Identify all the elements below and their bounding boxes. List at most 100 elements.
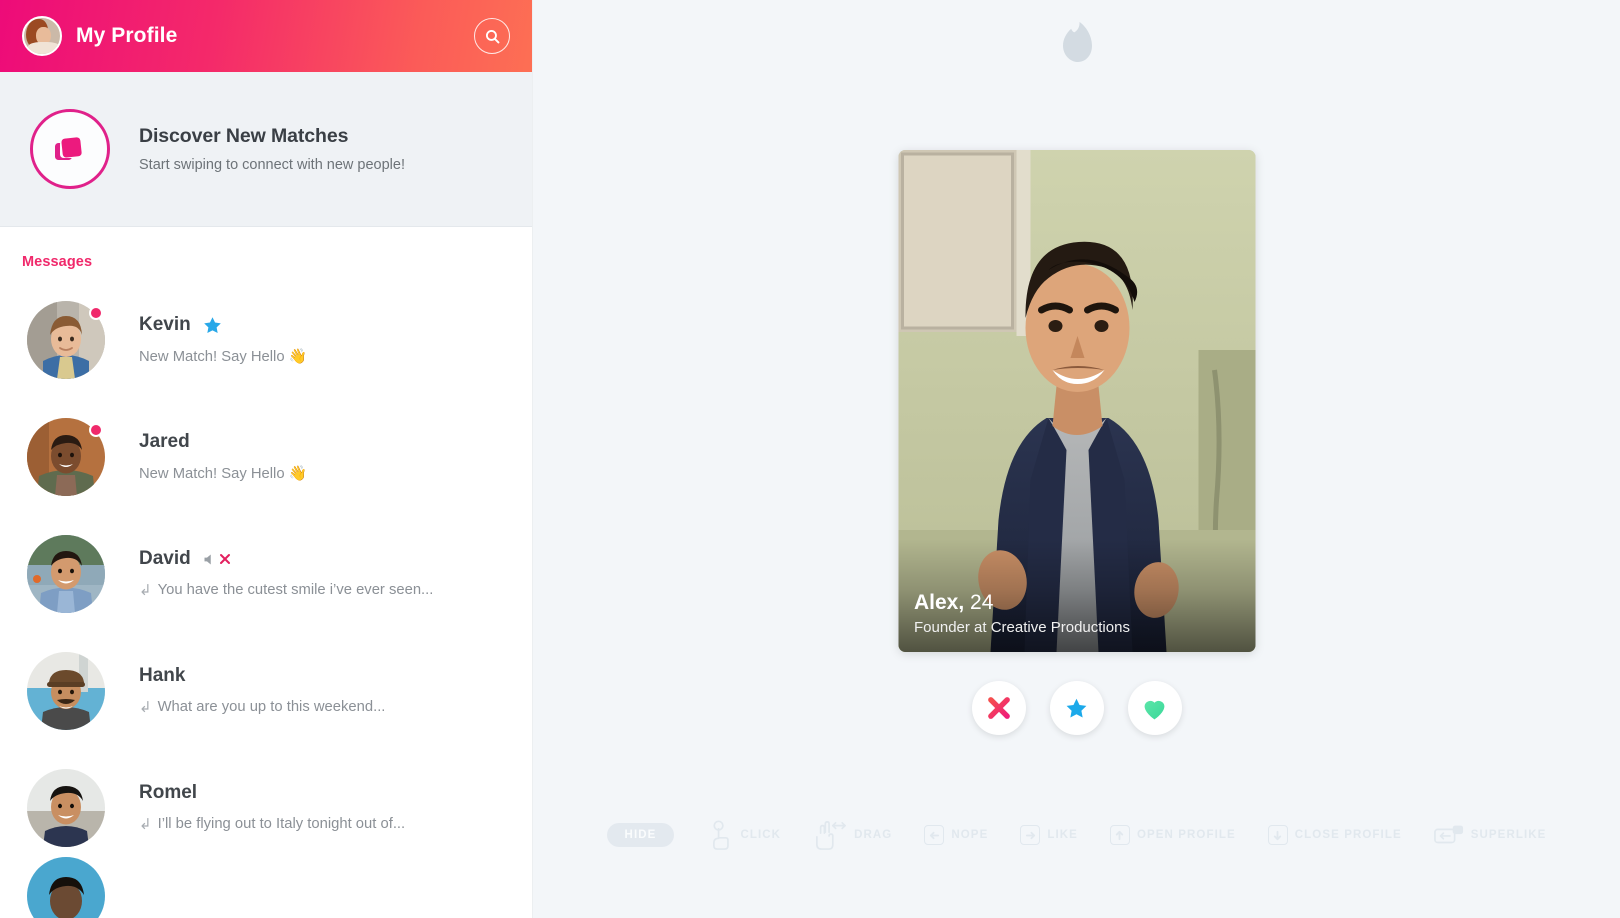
legend-label-drag: DRAG	[854, 829, 893, 841]
search-icon	[485, 29, 499, 43]
superlike-button[interactable]	[1049, 681, 1104, 735]
discover-subtitle: Start swiping to connect with new people…	[139, 157, 405, 173]
card-name: Alex,	[914, 591, 965, 614]
avatar-wrapper	[27, 768, 105, 847]
arrow-down-key-icon	[1267, 825, 1288, 845]
x-icon	[987, 697, 1010, 719]
avatar	[27, 651, 105, 730]
avatar	[27, 768, 105, 847]
hide-button[interactable]: HIDE	[606, 823, 675, 847]
profile-card[interactable]: Alex, 24 Founder at Creative Productions	[898, 150, 1255, 652]
arrow-right-key-icon	[1020, 825, 1041, 845]
contact-name: Kevin	[139, 314, 191, 335]
avatar-wrapper	[27, 651, 105, 730]
legend-item-click: CLICK	[706, 820, 781, 850]
legend-label-nope: NOPE	[951, 829, 989, 841]
name-line: Jared	[139, 431, 307, 453]
avatar-image	[27, 768, 105, 847]
avatar-body	[28, 42, 60, 54]
legend-label-like: LIKE	[1047, 829, 1078, 841]
card-age: 24	[970, 591, 994, 614]
avatar-image	[27, 534, 105, 613]
arrow-up-glyph	[1116, 830, 1124, 840]
avatar-wrapper	[27, 417, 105, 496]
message-preview: I’ll be flying out to Italy tonight out …	[157, 816, 406, 832]
star-icon	[1066, 698, 1087, 717]
unread-badge	[89, 422, 103, 437]
my-profile-avatar[interactable]	[22, 16, 62, 56]
arrow-left-key-icon	[924, 825, 945, 845]
contact-name: David	[139, 548, 191, 569]
superlike-star-icon	[203, 316, 221, 333]
message-preview: New Match! Say Hello 👋	[139, 466, 308, 482]
arrow-left-glyph	[929, 831, 939, 839]
muted-group	[202, 552, 231, 567]
spacebar-key-icon	[1433, 825, 1463, 844]
message-body: Romel ↲ I’ll be flying out to Italy toni…	[139, 782, 405, 833]
message-preview: New Match! Say Hello 👋	[139, 349, 308, 365]
sidebar: My Profile Discover New Matches Start sw…	[0, 0, 533, 918]
reply-arrow-icon: ↲	[139, 816, 152, 833]
legend-label-close-profile: CLOSE PROFILE	[1294, 829, 1402, 841]
heart-icon	[1144, 700, 1165, 719]
legend-item-nope: NOPE	[924, 825, 988, 845]
arrow-right-glyph	[1025, 831, 1035, 839]
contact-name: Hank	[139, 665, 186, 686]
contact-name: Jared	[139, 431, 190, 452]
contact-name: Romel	[139, 782, 198, 803]
avatar	[27, 534, 105, 613]
message-body: Jared New Match! Say Hello 👋	[139, 431, 307, 482]
legend-item-superlike: SUPERLIKE	[1433, 824, 1547, 846]
card-job: Founder at Creative Productions	[914, 619, 1130, 636]
nope-button[interactable]	[971, 681, 1026, 735]
avatar-image	[27, 651, 105, 730]
message-preview-line: ↲ What are you up to this weekend...	[139, 698, 385, 716]
controls-legend: HIDE CLICK DRAG NOPE LIKE OPEN PROFILE C…	[533, 820, 1620, 850]
legend-label-click: CLICK	[740, 829, 782, 841]
list-item[interactable]: David ↲ You have the cutest smile i’ve e…	[0, 515, 532, 632]
list-item[interactable]	[0, 857, 532, 918]
card-info-overlay: Alex, 24 Founder at Creative Productions	[898, 539, 1255, 652]
message-preview-line: ↲ I’ll be flying out to Italy tonight ou…	[139, 815, 405, 833]
avatar-image	[27, 857, 105, 918]
name-line: David	[139, 548, 433, 570]
message-preview-line: ↲ You have the cutest smile i’ve ever se…	[139, 581, 433, 599]
discover-new-matches-card[interactable]: Discover New Matches Start swiping to co…	[0, 72, 532, 227]
legend-item-like: LIKE	[1020, 825, 1078, 845]
main-panel: Alex, 24 Founder at Creative Productions	[533, 0, 1620, 918]
pointing-hand-icon	[713, 820, 730, 850]
discover-title: Discover New Matches	[139, 125, 349, 147]
list-item[interactable]: Kevin New Match! Say Hello 👋	[0, 281, 532, 398]
muted-speaker-icon	[204, 554, 211, 564]
message-preview: You have the cutest smile i’ve ever seen…	[157, 582, 434, 598]
messages-section-label: Messages	[22, 254, 93, 270]
card-name-age: Alex, 24	[914, 591, 1255, 615]
legend-item-hide[interactable]: HIDE	[606, 823, 675, 847]
search-button[interactable]	[474, 18, 510, 54]
message-body: David ↲ You have the cutest smile i’ve e…	[139, 548, 433, 599]
arrow-down-glyph	[1274, 830, 1282, 840]
discover-text-block: Discover New Matches Start swiping to co…	[139, 125, 405, 173]
drag-hand-icon	[816, 821, 846, 850]
app-root: My Profile Discover New Matches Start sw…	[0, 0, 1620, 918]
list-item[interactable]: Hank ↲ What are you up to this weekend..…	[0, 632, 532, 749]
messages-list: Kevin New Match! Say Hello 👋 Jared New M…	[0, 270, 532, 918]
list-item[interactable]: Jared New Match! Say Hello 👋	[0, 398, 532, 515]
sidebar-header: My Profile	[0, 0, 532, 72]
name-line: Romel	[139, 782, 405, 804]
message-body: Hank ↲ What are you up to this weekend..…	[139, 665, 385, 716]
my-profile-label[interactable]: My Profile	[76, 24, 177, 48]
message-body: Kevin New Match! Say Hello 👋	[139, 314, 307, 365]
reply-arrow-icon: ↲	[139, 582, 152, 599]
mute-x-icon	[219, 554, 230, 564]
tinder-flame-icon	[1062, 22, 1092, 62]
reply-arrow-icon: ↲	[139, 699, 152, 716]
avatar-wrapper	[27, 300, 105, 379]
legend-label-superlike: SUPERLIKE	[1470, 829, 1547, 841]
legend-item-close-profile: CLOSE PROFILE	[1267, 825, 1402, 845]
like-button[interactable]	[1127, 681, 1182, 735]
name-line: Kevin	[139, 314, 307, 336]
list-item[interactable]: Romel ↲ I’ll be flying out to Italy toni…	[0, 749, 532, 866]
avatar-wrapper	[27, 534, 105, 613]
legend-item-open-profile: OPEN PROFILE	[1109, 825, 1236, 845]
